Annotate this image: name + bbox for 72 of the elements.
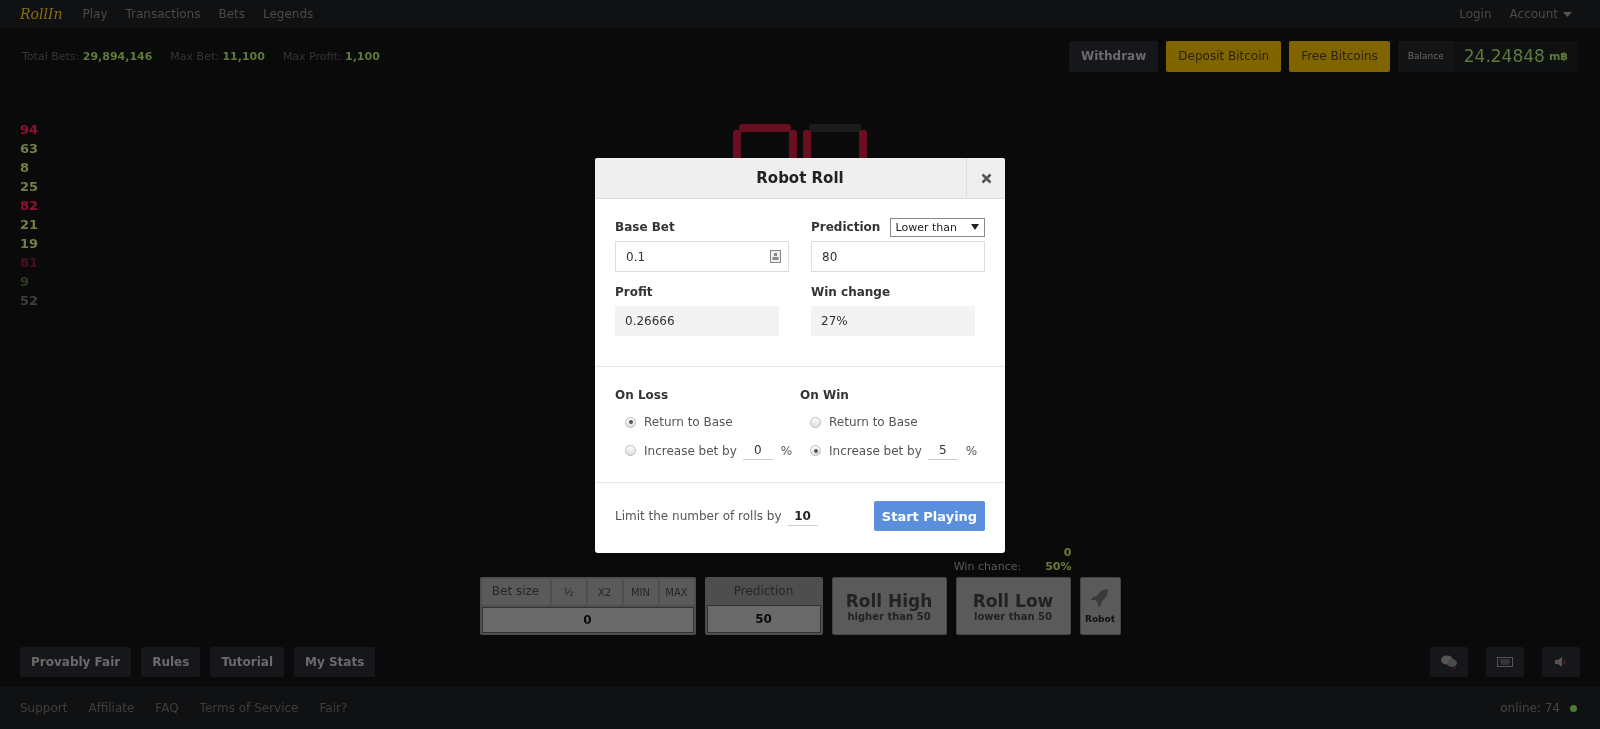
keyboard-button[interactable]: [1486, 647, 1524, 677]
option-label: Increase bet by: [644, 443, 737, 458]
chat-icon: [1441, 655, 1457, 669]
login-link[interactable]: Login: [1459, 7, 1492, 21]
balance-label: Balance: [1406, 50, 1445, 63]
win-change-field: 27%: [811, 306, 975, 336]
info-button[interactable]: My Stats: [294, 647, 376, 677]
robot-button[interactable]: Robot: [1079, 577, 1121, 635]
nav-link[interactable]: Transactions: [125, 7, 201, 21]
radio-button[interactable]: [625, 416, 636, 428]
caret-icon: [971, 224, 979, 230]
base-bet-label: Base Bet: [615, 219, 676, 235]
roll-result: 25: [20, 178, 39, 196]
group-title: On Win: [800, 387, 850, 403]
roll-result: 8: [20, 159, 30, 177]
rocket-icon: [1091, 588, 1109, 608]
roll-result: 21: [20, 216, 39, 234]
prediction-mode-dropdown[interactable]: Lower than: [889, 217, 985, 237]
percent-sign: %: [965, 443, 978, 458]
prediction-field[interactable]: 80: [811, 241, 985, 272]
radio-button[interactable]: [810, 416, 821, 428]
option-label: Return to Base: [829, 415, 918, 429]
nav-link[interactable]: Play: [82, 7, 108, 21]
option-label: Increase bet by: [829, 443, 922, 458]
info-button[interactable]: Tutorial: [210, 647, 285, 677]
sound-button[interactable]: [1542, 647, 1580, 677]
option-label: Return to Base: [644, 415, 733, 429]
speaker-icon: [1555, 656, 1567, 668]
site-logo[interactable]: RollIn: [20, 6, 63, 22]
roll-result: 19: [20, 235, 39, 253]
nav-link[interactable]: Bets: [218, 7, 245, 21]
roll-button[interactable]: Roll Low lower than 50: [955, 577, 1071, 635]
roll-result: 94: [20, 121, 39, 139]
action-button[interactable]: Deposit Bitcoin: [1166, 40, 1282, 72]
win-chance-value: 50%: [1045, 560, 1072, 574]
profit-label: Profit: [615, 284, 654, 300]
roll-result: 63: [20, 140, 39, 158]
limit-field[interactable]: 10: [787, 506, 818, 526]
action-button[interactable]: Free Bitcoins: [1289, 40, 1390, 72]
close-button[interactable]: [966, 158, 1005, 198]
radio-button[interactable]: [810, 445, 821, 456]
prediction-label: Prediction: [811, 219, 881, 235]
win-chance-label: Win chance:: [953, 560, 1022, 574]
info-button[interactable]: Provably Fair: [20, 647, 132, 677]
roll-result: 81: [20, 254, 39, 272]
online-status-icon: [1570, 704, 1577, 712]
group-title: On Loss: [615, 387, 670, 403]
nav-link[interactable]: Legends: [263, 7, 314, 21]
readout-value: 0: [1063, 546, 1072, 560]
info-button[interactable]: Rules: [141, 647, 201, 677]
win-change-label: Win change: [811, 284, 892, 300]
account-menu[interactable]: Account: [1509, 7, 1572, 21]
radio-button[interactable]: [625, 445, 636, 456]
balance-value: 24.24848 m฿: [1453, 40, 1578, 72]
close-icon: [980, 172, 992, 184]
caret-icon: [1563, 11, 1572, 17]
limit-label: Limit the number of rolls by: [615, 509, 782, 523]
calculator-icon: [770, 250, 781, 263]
dialog-title: Robot Roll: [756, 169, 844, 187]
chat-button[interactable]: [1430, 647, 1468, 677]
roll-result: 82: [20, 197, 39, 215]
profit-field: 0.26666: [615, 306, 779, 336]
percent-field[interactable]: 0: [742, 441, 773, 460]
base-bet-field[interactable]: 0.1: [615, 241, 789, 272]
percent-field[interactable]: 5: [927, 441, 958, 460]
percent-sign: %: [780, 443, 793, 458]
keyboard-icon: [1497, 657, 1513, 667]
prediction-field[interactable]: 50: [706, 605, 821, 633]
roll-button[interactable]: Roll High higher than 50: [831, 577, 947, 635]
start-playing-button[interactable]: Start Playing: [874, 501, 985, 531]
bet-size-field[interactable]: 0: [481, 607, 694, 633]
action-button[interactable]: Withdraw: [1069, 40, 1159, 72]
